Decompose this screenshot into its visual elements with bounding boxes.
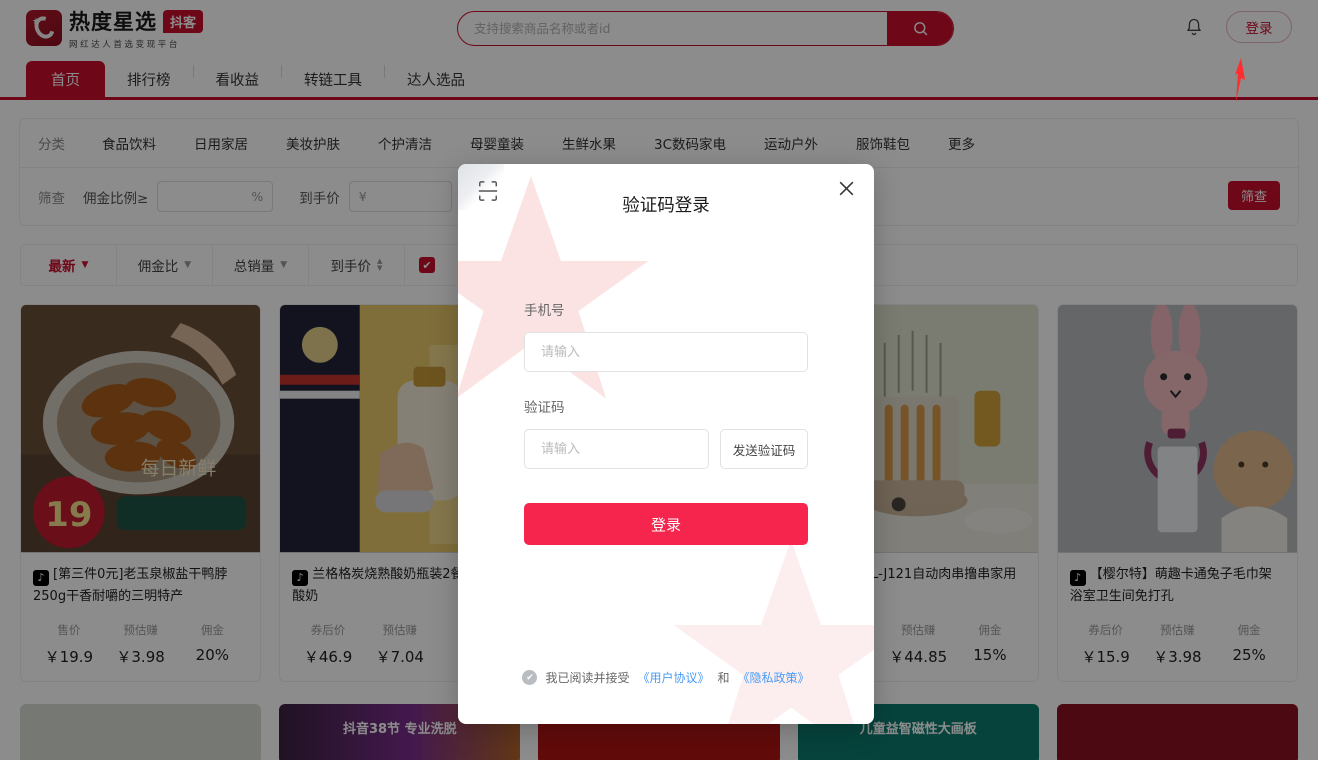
modal-login-submit-button[interactable]: 登录	[524, 503, 808, 545]
send-verification-code-button[interactable]: 发送验证码	[720, 429, 808, 469]
modal-title: 验证码登录	[622, 196, 710, 216]
scan-qr-icon[interactable]	[477, 179, 499, 203]
modal-close-button[interactable]	[832, 174, 860, 202]
app-root: ★ 热度星选 抖客 网红达人首选变现平台 支持搜索商品名称或者id 登录 首页 …	[0, 0, 1318, 760]
star-watermark-icon	[673, 540, 874, 724]
verification-code-input[interactable]	[524, 429, 709, 469]
verification-login-modal: 验证码登录 手机号 验证码 发送验证码 登录 ✔ 我已阅读并接受 《用户协议》 …	[458, 164, 874, 724]
phone-field-label: 手机号	[524, 303, 565, 319]
code-input-row: 发送验证码	[524, 429, 808, 469]
privacy-policy-link[interactable]: 《隐私政策》	[738, 669, 810, 686]
agreement-prefix-text: 我已阅读并接受	[545, 671, 630, 685]
phone-field-block: 手机号	[524, 299, 808, 372]
login-form: 手机号 验证码 发送验证码 登录	[458, 217, 874, 545]
agreement-conjunction-text: 和	[717, 671, 730, 685]
code-field-label: 验证码	[524, 400, 565, 416]
phone-input[interactable]	[524, 332, 808, 372]
close-icon	[839, 181, 853, 195]
code-field-block: 验证码 发送验证码	[524, 396, 808, 469]
user-agreement-link[interactable]: 《用户协议》	[637, 669, 709, 686]
agreement-row: ✔ 我已阅读并接受 《用户协议》 和 《隐私政策》	[458, 669, 874, 686]
agreement-checkbox[interactable]: ✔	[522, 670, 538, 685]
